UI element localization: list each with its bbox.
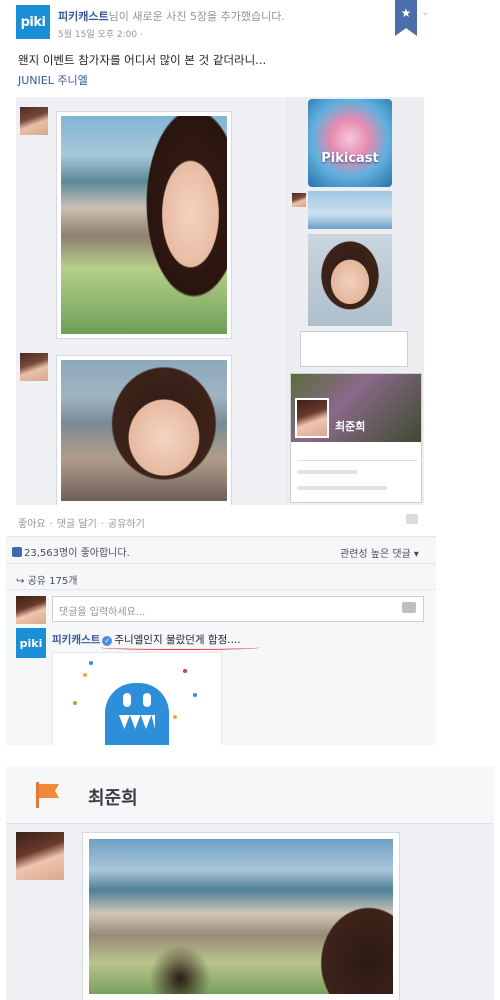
inner-side-column: Pikicast 최준희 xyxy=(288,97,424,505)
comment-icon[interactable] xyxy=(406,514,418,524)
eye xyxy=(143,693,151,707)
share-arrow-icon: ↪ xyxy=(16,576,28,587)
page-logo[interactable]: piki xyxy=(16,5,50,39)
confetti-dot xyxy=(83,673,87,677)
selfie-photo xyxy=(61,116,227,334)
avatar xyxy=(20,353,48,381)
flag-icon xyxy=(36,782,60,808)
profile-panel: 최준희 xyxy=(6,766,494,1000)
post-timestamp[interactable]: 5월 15일 오후 2:00 · xyxy=(58,27,143,40)
post-image[interactable]: Pikicast 최준희 xyxy=(16,97,424,505)
pikicast-label: Pikicast xyxy=(321,151,379,166)
confetti-dot xyxy=(73,701,77,705)
like-count[interactable]: 23,563명이 좋아합니다. xyxy=(12,544,130,559)
star-icon: ★ xyxy=(400,6,412,20)
monster-sticker xyxy=(52,652,222,745)
confetti-dot xyxy=(183,669,187,673)
photo-card xyxy=(56,111,232,339)
like-link[interactable]: 좋아요 xyxy=(18,519,46,530)
post-message: 왠지 이벤트 참가자를 어디서 많이 본 것 같더라니... xyxy=(18,53,267,67)
thumbs-up-icon xyxy=(12,547,22,557)
avatar[interactable] xyxy=(16,832,64,880)
post-tag-link[interactable]: JUNIEL 주니엘 xyxy=(18,72,88,88)
comment-snippet xyxy=(300,331,408,367)
share-count-text: 공유 175개 xyxy=(27,576,78,587)
confetti-dot xyxy=(193,693,197,697)
comment-link[interactable]: 댓글 달기 xyxy=(57,519,97,530)
page-name-link[interactable]: 피키캐스트 xyxy=(58,10,109,23)
event-photo xyxy=(308,191,392,229)
divider xyxy=(6,563,436,564)
profile-panel-title: 최준희 xyxy=(88,788,138,809)
comment-input[interactable]: 댓글을 입력하세요... xyxy=(52,596,424,622)
profile-name: 최준희 xyxy=(335,420,366,433)
portrait-photo xyxy=(308,234,392,326)
share-link[interactable]: 공유하기 xyxy=(108,519,145,530)
reply-author-link[interactable]: 피키캐스트 xyxy=(52,634,100,646)
separator: · xyxy=(49,519,53,530)
profile-card: 최준희 xyxy=(290,373,422,503)
divider xyxy=(297,460,417,461)
divider xyxy=(6,589,436,590)
confetti-dot xyxy=(173,715,177,719)
info-line xyxy=(297,486,387,490)
reply-avatar[interactable]: piki xyxy=(16,628,46,658)
avatar xyxy=(292,193,306,207)
profile-panel-header: 최준희 xyxy=(6,766,494,824)
red-underline xyxy=(100,645,260,650)
info-line xyxy=(297,470,357,474)
avatar xyxy=(20,107,48,135)
photo-card[interactable] xyxy=(82,832,400,1000)
separator: · xyxy=(100,519,104,530)
mouth xyxy=(119,715,155,729)
confetti-dot xyxy=(89,661,93,665)
post-header-text: 님이 새로운 사진 5장을 추가했습니다. xyxy=(108,10,285,23)
share-count[interactable]: ↪ 공유 175개 xyxy=(16,572,77,587)
event-selfie-photo xyxy=(89,839,393,994)
monster-icon xyxy=(105,683,169,745)
profile-avatar xyxy=(295,398,329,438)
post-header: 피키캐스트님이 새로운 사진 5장을 추가했습니다. xyxy=(58,8,285,24)
inner-feed xyxy=(16,97,286,505)
bookmark-ribbon[interactable]: ★ xyxy=(395,0,417,36)
pikicast-banner: Pikicast xyxy=(308,99,392,187)
photo-card xyxy=(56,355,232,505)
like-count-text: 23,563명이 좋아합니다. xyxy=(24,548,130,559)
eye xyxy=(123,693,131,707)
avatar xyxy=(16,596,46,624)
post-actions: 좋아요 · 댓글 달기 · 공유하기 xyxy=(18,515,149,530)
selfie-photo xyxy=(61,360,227,501)
comment-sort-dropdown[interactable]: 관련성 높은 댓글 ▾ xyxy=(340,545,419,560)
camera-icon[interactable] xyxy=(402,602,416,613)
chevron-down-icon[interactable]: ⌄ xyxy=(421,7,429,18)
